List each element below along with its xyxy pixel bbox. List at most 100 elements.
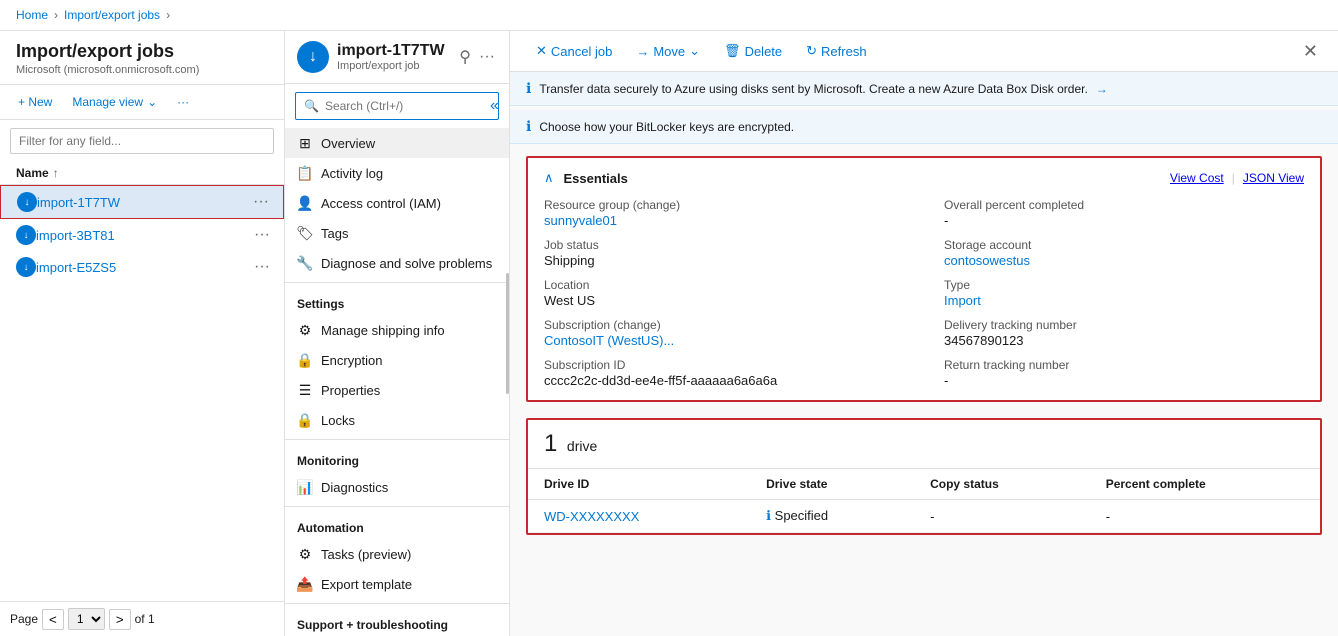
drive-state-cell: ℹ Specified xyxy=(750,500,914,533)
nav-item-tags[interactable]: 🏷 Tags xyxy=(285,218,509,248)
nav-item-diagnose[interactable]: 🔧 Diagnose and solve problems xyxy=(285,248,509,278)
prev-page-button[interactable]: < xyxy=(42,609,64,630)
more-button[interactable]: ··· xyxy=(169,91,197,113)
wrench-icon: 🔧 xyxy=(297,255,313,271)
job-title-group: import-1T7TW Import/export job xyxy=(337,42,445,72)
nav-section-monitoring: Monitoring xyxy=(285,444,509,472)
middle-panel-header: ↓ import-1T7TW Import/export job ⚲ ··· xyxy=(285,31,509,84)
nav-item-overview[interactable]: ⊞ Overview xyxy=(285,128,509,158)
list-item[interactable]: ↓ import-1T7TW ··· xyxy=(0,185,284,219)
item-more-1[interactable]: ··· xyxy=(250,226,274,244)
chevron-down-icon: ⌄ xyxy=(147,95,157,109)
cancel-icon: ✕ xyxy=(536,43,547,59)
move-button[interactable]: → Move ⌄ xyxy=(626,39,710,63)
manage-view-button[interactable]: Manage view ⌄ xyxy=(64,91,165,113)
export-icon: 📤 xyxy=(297,576,313,592)
nav-item-tasks[interactable]: ⚙ Tasks (preview) xyxy=(285,539,509,569)
breadcrumb-sep2: › xyxy=(166,8,170,22)
nav-items: ⊞ Overview 📋 Activity log 👤 Access contr… xyxy=(285,128,509,636)
storage-account-field: Storage account contosowestus xyxy=(944,238,1304,268)
diagnostics-icon: 📊 xyxy=(297,479,313,495)
nav-item-locks[interactable]: 🔒 Locks xyxy=(285,405,509,435)
col-drive-id: Drive ID xyxy=(528,469,750,500)
job-status-field: Job status Shipping xyxy=(544,238,904,268)
person-icon: 👤 xyxy=(297,195,313,211)
drive-id-cell[interactable]: WD-XXXXXXXX xyxy=(528,500,750,533)
trash-icon: 🗑 xyxy=(724,43,741,59)
pagination: Page < 1 > of 1 xyxy=(10,608,155,630)
refresh-icon: ↻ xyxy=(806,43,817,59)
gear-icon: ⚙ xyxy=(297,322,313,338)
bars-icon: ☰ xyxy=(297,382,313,398)
pin-icon[interactable]: ⚲ xyxy=(457,45,473,69)
nav-divider-4 xyxy=(285,603,509,604)
lock2-icon: 🔒 xyxy=(297,412,313,428)
refresh-button[interactable]: ↻ Refresh xyxy=(796,39,876,63)
nav-item-access-control[interactable]: 👤 Access control (IAM) xyxy=(285,188,509,218)
essentials-header: ∧ Essentials View Cost | JSON View xyxy=(544,170,1304,186)
list-item[interactable]: ↓ import-3BT81 ··· xyxy=(0,219,284,251)
return-tracking-field: Return tracking number - xyxy=(944,358,1304,388)
subscription-field: Subscription (change) ContosoIT (WestUS)… xyxy=(544,318,904,348)
percent-complete-cell: - xyxy=(1090,500,1320,533)
collapse-button[interactable]: « xyxy=(486,97,503,115)
nav-item-export-template[interactable]: 📤 Export template xyxy=(285,569,509,599)
nav-item-activity-log[interactable]: 📋 Activity log xyxy=(285,158,509,188)
import-icon: ↓ xyxy=(16,225,36,245)
breadcrumb-sep1: › xyxy=(54,8,58,22)
filter-input[interactable] xyxy=(10,128,274,154)
essentials-card: ∧ Essentials View Cost | JSON View Resou… xyxy=(526,156,1322,402)
col-drive-state: Drive state xyxy=(750,469,914,500)
nav-item-encryption[interactable]: 🔒 Encryption xyxy=(285,345,509,375)
nav-divider-2 xyxy=(285,439,509,440)
info-icon: ℹ xyxy=(526,80,531,97)
grid-icon: ⊞ xyxy=(297,135,313,151)
scroll-indicator xyxy=(506,273,509,394)
breadcrumb-parent[interactable]: Import/export jobs xyxy=(64,8,160,22)
resource-group-field: Resource group (change) sunnyvale01 xyxy=(544,198,904,228)
view-cost-link[interactable]: View Cost xyxy=(1170,171,1224,185)
list-items: ↓ import-1T7TW ··· ↓ import-3BT81 ··· ↓ … xyxy=(0,185,284,601)
right-panel: ✕ Cancel job → Move ⌄ 🗑 Delete ↻ Refresh… xyxy=(510,31,1338,636)
left-panel-header: Import/export jobs Microsoft (microsoft.… xyxy=(0,31,284,85)
new-button[interactable]: + New xyxy=(10,91,60,113)
col-copy-status: Copy status xyxy=(914,469,1090,500)
breadcrumb: Home › Import/export jobs › xyxy=(0,0,1338,31)
nav-item-properties[interactable]: ☰ Properties xyxy=(285,375,509,405)
job-icon: ↓ xyxy=(297,41,329,73)
close-button[interactable]: ✕ xyxy=(1299,41,1322,62)
more-icon[interactable]: ··· xyxy=(477,46,497,68)
left-toolbar: + New Manage view ⌄ ··· xyxy=(0,85,284,120)
job-subtitle: Import/export job xyxy=(337,60,445,72)
item-more-2[interactable]: ··· xyxy=(250,258,274,276)
list-footer: Page < 1 > of 1 xyxy=(0,601,284,636)
delivery-tracking-field: Delivery tracking number 34567890123 xyxy=(944,318,1304,348)
overall-percent-field: Overall percent completed - xyxy=(944,198,1304,228)
warn-icon: ℹ xyxy=(526,118,531,135)
item-more-0[interactable]: ··· xyxy=(249,193,273,211)
nav-item-diagnostics[interactable]: 📊 Diagnostics xyxy=(285,472,509,502)
drives-table: Drive ID Drive state Copy status Percent… xyxy=(528,469,1320,533)
link-sep: | xyxy=(1232,171,1235,185)
location-field: Location West US xyxy=(544,278,904,308)
list-item[interactable]: ↓ import-E5ZS5 ··· xyxy=(0,251,284,283)
page-select[interactable]: 1 xyxy=(68,608,105,630)
next-page-button[interactable]: > xyxy=(109,609,131,630)
essentials-toggle[interactable]: ∧ xyxy=(544,170,554,186)
delete-button[interactable]: 🗑 Delete xyxy=(714,39,792,63)
search-box: 🔍 « xyxy=(295,92,499,120)
left-panel-title: Import/export jobs xyxy=(16,41,268,62)
job-title: import-1T7TW xyxy=(337,42,445,60)
json-view-link[interactable]: JSON View xyxy=(1243,171,1304,185)
drives-header: 1 drive xyxy=(528,420,1320,469)
info-banner-link[interactable]: → xyxy=(1096,82,1108,96)
nav-item-shipping[interactable]: ⚙ Manage shipping info xyxy=(285,315,509,345)
left-panel-subtitle: Microsoft (microsoft.onmicrosoft.com) xyxy=(16,64,268,76)
cancel-job-button[interactable]: ✕ Cancel job xyxy=(526,39,622,63)
left-panel: Import/export jobs Microsoft (microsoft.… xyxy=(0,31,285,636)
table-row: WD-XXXXXXXX ℹ Specified - - xyxy=(528,500,1320,533)
breadcrumb-home[interactable]: Home xyxy=(16,8,48,22)
list-header: Name ↑ xyxy=(0,162,284,185)
search-input[interactable] xyxy=(325,99,480,113)
lock-icon: 🔒 xyxy=(297,352,313,368)
